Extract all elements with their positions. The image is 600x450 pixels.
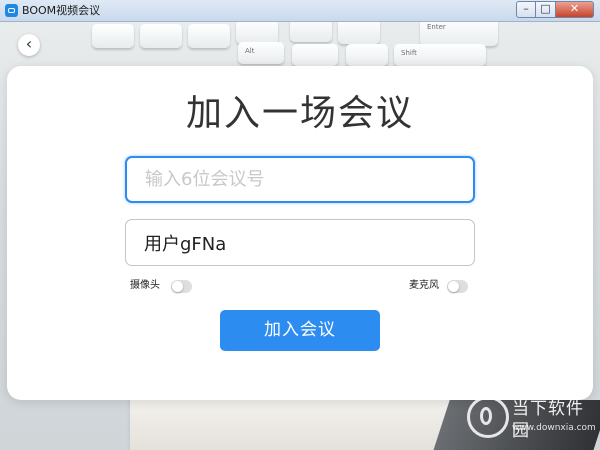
keyboard-key xyxy=(140,24,182,48)
keyboard-key xyxy=(92,24,134,48)
join-meeting-button[interactable]: 加入会议 xyxy=(220,310,380,351)
keyboard-key-enter: Enter xyxy=(420,22,498,46)
keyboard-key xyxy=(188,24,230,48)
keyboard-key xyxy=(236,22,278,44)
chevron-left-icon: ‹ xyxy=(25,34,33,53)
microphone-toggle[interactable] xyxy=(447,280,468,293)
page-title: 加入一场会议 xyxy=(185,93,414,134)
close-button[interactable]: ✕ xyxy=(556,1,594,18)
meeting-id-input[interactable] xyxy=(125,156,475,203)
keyboard-key-alt: Alt xyxy=(238,42,284,64)
back-button[interactable]: ‹ xyxy=(18,34,40,56)
camera-label: 摄像头 xyxy=(130,280,160,291)
watermark-logo-icon xyxy=(467,396,509,438)
keyboard-key xyxy=(290,22,332,42)
keyboard-key xyxy=(338,22,380,44)
join-meeting-card: 加入一场会议 摄像头 麦克风 加入会议 xyxy=(7,66,593,400)
keyboard-key xyxy=(346,44,388,66)
watermark-text: 当下软件园 xyxy=(512,399,584,441)
keyboard-key-shift: Shift xyxy=(394,44,486,66)
username-input[interactable] xyxy=(125,219,475,266)
keyboard-key xyxy=(292,44,338,66)
app-logo-icon xyxy=(5,4,18,17)
key-label: Shift xyxy=(401,49,417,57)
toggle-knob xyxy=(448,281,459,292)
camera-toggle[interactable] xyxy=(171,280,192,293)
maximize-button[interactable]: □ xyxy=(536,1,556,18)
minimize-button[interactable]: – xyxy=(516,1,536,18)
window-title: BOOM视频会议 xyxy=(22,4,101,17)
watermark-url: www.downxia.com xyxy=(512,423,596,433)
key-label: Alt xyxy=(245,47,255,55)
toggle-knob xyxy=(172,281,183,292)
microphone-label: 麦克风 xyxy=(409,280,439,291)
title-bar: BOOM视频会议 – □ ✕ xyxy=(0,0,600,22)
key-label: Enter xyxy=(427,23,446,31)
